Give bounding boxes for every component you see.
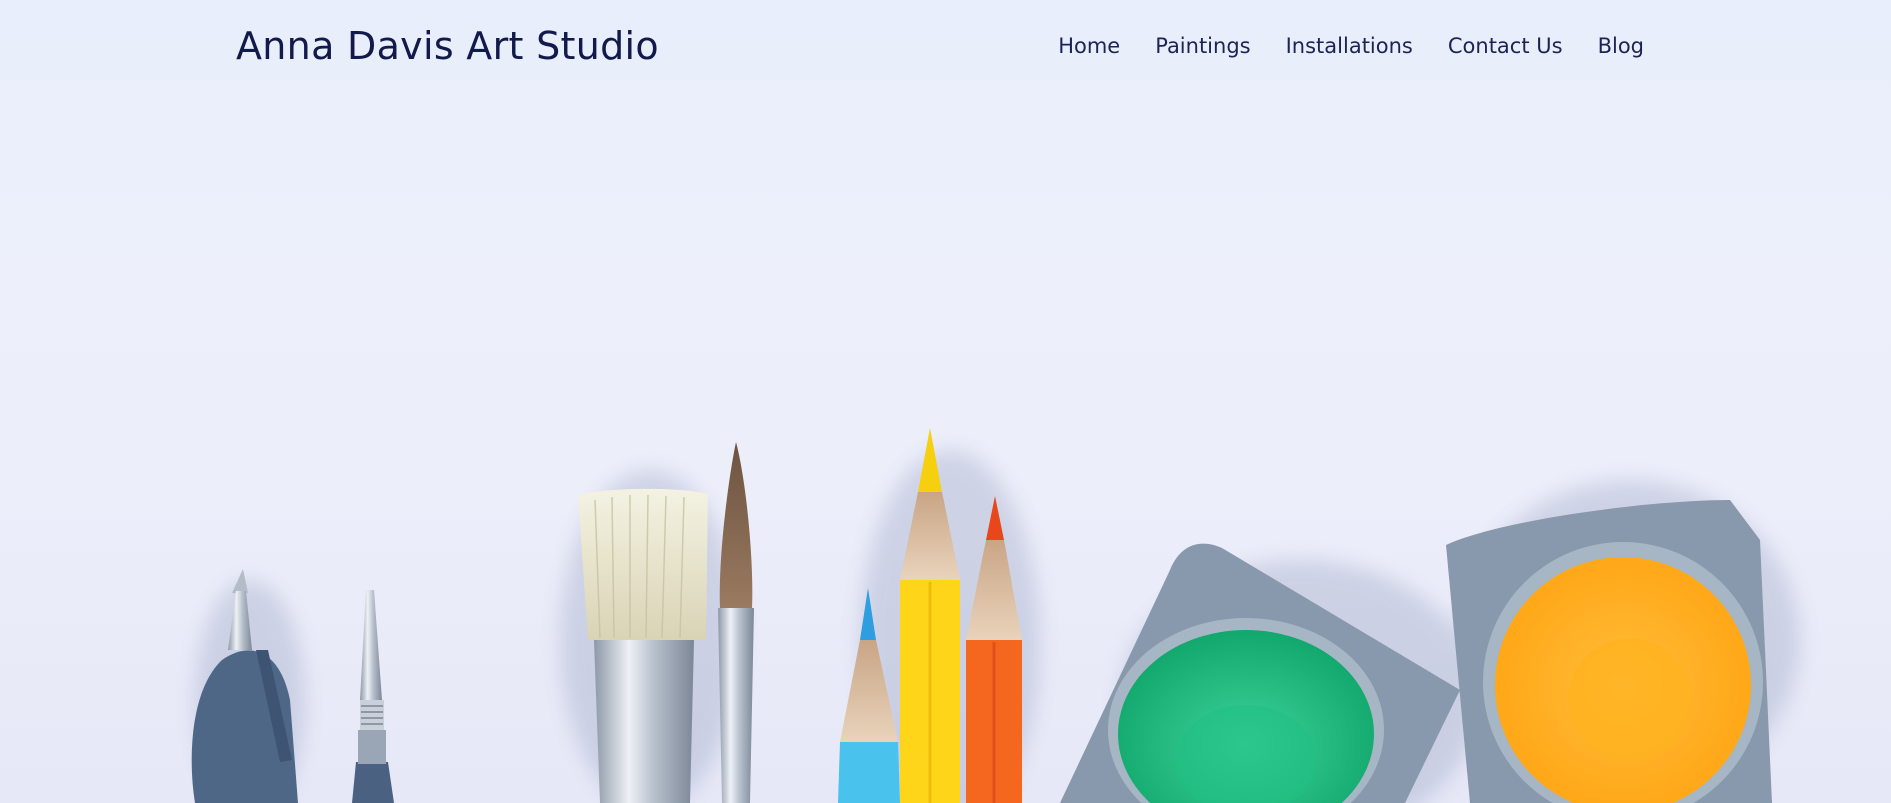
green-paint-palette — [1060, 543, 1460, 803]
round-brush — [718, 442, 754, 803]
site-title[interactable]: Anna Davis Art Studio — [236, 24, 659, 68]
main-nav: Home Paintings Installations Contact Us … — [1058, 34, 1644, 58]
pen-holder — [352, 590, 394, 803]
nav-item-home[interactable]: Home — [1058, 34, 1120, 58]
site-header: Anna Davis Art Studio Home Paintings Ins… — [0, 0, 1891, 100]
nav-item-installations[interactable]: Installations — [1286, 34, 1413, 58]
hero-image — [191, 428, 1800, 803]
page: Anna Davis Art Studio Home Paintings Ins… — [0, 0, 1891, 803]
orange-paint-palette — [1446, 500, 1772, 803]
nav-item-paintings[interactable]: Paintings — [1155, 34, 1250, 58]
nav-item-contact-us[interactable]: Contact Us — [1448, 34, 1563, 58]
nav-item-blog[interactable]: Blog — [1598, 34, 1644, 58]
